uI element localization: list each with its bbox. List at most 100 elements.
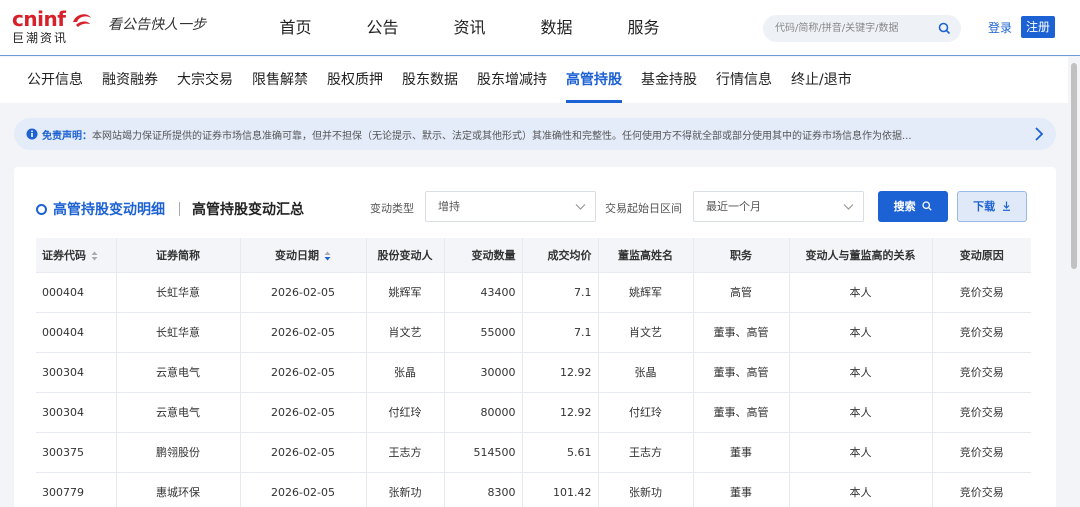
cell-avg-price: 5.61: [522, 431, 599, 472]
cell-change-date: 2026-02-05: [240, 311, 367, 352]
cell-relationship: 本人: [789, 351, 933, 392]
search-box: [763, 15, 961, 42]
disclaimer-body: 本网站竭力保证所提供的证券市场信息准确可靠，但并不担保（无论提示、默示、法定或其…: [92, 131, 912, 142]
table-row[interactable]: 300779 惠城环保 2026-02-05 张新功 8300 101.42 张…: [36, 471, 1031, 507]
subnav-item-public-info[interactable]: 公开信息: [17, 57, 93, 103]
cell-relationship: 本人: [789, 431, 933, 472]
sub-nav: 公开信息 融资融券 大宗交易 限售解禁 股权质押 股东数据 股东增减持 高管持股…: [0, 57, 1072, 103]
col-header-position: 职务: [693, 238, 790, 272]
page-scrollbar[interactable]: [1068, 57, 1080, 507]
col-header-change-quantity: 变动数量: [444, 238, 523, 272]
cell-security-code: 300779: [36, 471, 117, 507]
cell-avg-price: 7.1: [522, 271, 599, 312]
cell-relationship: 本人: [789, 391, 933, 432]
cell-change-date: 2026-02-05: [240, 471, 367, 507]
table-row[interactable]: 300375 鹏翎股份 2026-02-05 王志方 514500 5.61 王…: [36, 431, 1031, 472]
cell-security-code: 000404: [36, 271, 117, 312]
search-icon: [922, 201, 933, 211]
cell-avg-price: 12.92: [522, 391, 599, 432]
executive-holdings-table: 证券代码 证券简称 变动日期 股份变动人 变动数量 成交均价 董监高姓名 职务 …: [36, 238, 1031, 507]
table-row[interactable]: 000404 长虹华意 2026-02-05 肖文艺 55000 7.1 肖文艺…: [36, 311, 1031, 352]
col-header-share-changer: 股份变动人: [366, 238, 445, 272]
subnav-item-block-trade[interactable]: 大宗交易: [167, 57, 243, 103]
cell-change-date: 2026-02-05: [240, 391, 367, 432]
cell-security-name: 惠城环保: [116, 471, 241, 507]
subnav-item-equity-pledge[interactable]: 股权质押: [317, 57, 393, 103]
nav-item-announcements[interactable]: 公告: [339, 0, 426, 56]
cell-change-quantity: 43400: [444, 271, 523, 312]
search-button-label: 搜索: [893, 200, 916, 213]
date-range-select[interactable]: 最近一个月: [693, 191, 864, 222]
download-icon: [1002, 201, 1010, 211]
cell-position: 董事、高管: [693, 351, 790, 392]
cell-share-changer: 王志方: [366, 431, 445, 472]
login-link[interactable]: 登录: [988, 19, 1012, 36]
cell-relationship: 本人: [789, 311, 933, 352]
col-header-change-reason: 变动原因: [932, 238, 1031, 272]
subnav-item-executive-holdings[interactable]: 高管持股: [556, 57, 632, 103]
cell-executive-name: 姚辉军: [598, 271, 694, 312]
sort-desc-icon[interactable]: [324, 251, 331, 261]
search-input[interactable]: [763, 15, 928, 42]
tab-holding-change-detail[interactable]: 高管持股变动明细: [36, 199, 165, 219]
cell-security-code: 300304: [36, 351, 117, 392]
download-button[interactable]: 下载: [957, 191, 1027, 222]
cell-avg-price: 7.1: [522, 311, 599, 352]
col-header-security-name: 证券简称: [116, 238, 241, 272]
nav-item-data[interactable]: 数据: [513, 0, 600, 56]
subnav-item-delisting[interactable]: 终止/退市: [781, 57, 862, 103]
col-header-security-code-label: 证券代码: [42, 248, 86, 262]
subnav-item-shareholder-change[interactable]: 股东增减持: [467, 57, 557, 103]
disclaimer-banner: 免责声明：本网站竭力保证所提供的证券市场信息准确可靠，但并不担保（无论提示、默示…: [14, 118, 1056, 150]
change-type-label: 变动类型: [370, 202, 414, 215]
table-row[interactable]: 300304 云意电气 2026-02-05 张晶 30000 12.92 张晶…: [36, 351, 1031, 392]
search-icon[interactable]: [938, 22, 951, 35]
table-row[interactable]: 000404 长虹华意 2026-02-05 姚辉军 43400 7.1 姚辉军…: [36, 271, 1031, 312]
scrollbar-thumb[interactable]: [1071, 63, 1077, 269]
table-header-row: 证券代码 证券简称 变动日期 股份变动人 变动数量 成交均价 董监高姓名 职务 …: [36, 238, 1031, 272]
cell-executive-name: 张晶: [598, 351, 694, 392]
subnav-item-fund-holdings[interactable]: 基金持股: [631, 57, 707, 103]
search-button[interactable]: 搜索: [878, 191, 948, 222]
cell-change-reason: 竞价交易: [932, 351, 1031, 392]
subnav-item-market-info[interactable]: 行情信息: [706, 57, 782, 103]
tab-holding-change-summary[interactable]: 高管持股变动汇总: [192, 199, 304, 219]
col-header-security-code[interactable]: 证券代码: [36, 238, 117, 272]
cell-avg-price: 12.92: [522, 351, 599, 392]
logo-chinese-name: 巨潮资讯: [12, 31, 69, 45]
nav-item-home[interactable]: 首页: [252, 0, 339, 56]
cell-security-name: 云意电气: [116, 391, 241, 432]
cell-change-reason: 竞价交易: [932, 311, 1031, 352]
change-type-select[interactable]: 增持: [425, 191, 596, 222]
cell-security-name: 长虹华意: [116, 271, 241, 312]
cninfo-logo[interactable]: cninf 巨潮资讯: [12, 8, 94, 48]
register-button[interactable]: 注册: [1021, 16, 1055, 38]
cell-share-changer: 肖文艺: [366, 311, 445, 352]
disclaimer-label: 免责声明：: [42, 131, 92, 142]
download-button-label: 下载: [973, 200, 996, 213]
cell-share-changer: 姚辉军: [366, 271, 445, 312]
cell-position: 董事: [693, 471, 790, 507]
nav-item-services[interactable]: 服务: [600, 0, 687, 56]
nav-item-news[interactable]: 资讯: [426, 0, 513, 56]
cell-executive-name: 张新功: [598, 471, 694, 507]
cell-relationship: 本人: [789, 271, 933, 312]
col-header-change-date[interactable]: 变动日期: [240, 238, 367, 272]
main-nav: 首页 公告 资讯 数据 服务: [252, 0, 687, 56]
info-icon: [26, 128, 38, 140]
cell-change-quantity: 8300: [444, 471, 523, 507]
sort-icon[interactable]: [91, 251, 98, 261]
cell-relationship: 本人: [789, 471, 933, 507]
date-range-label: 交易起始日区间: [605, 202, 682, 215]
slogan: 看公告快人一步: [108, 17, 206, 33]
cell-position: 董事、高管: [693, 391, 790, 432]
cell-position: 高管: [693, 271, 790, 312]
subnav-item-shareholder-data[interactable]: 股东数据: [392, 57, 468, 103]
subnav-item-margin-trading[interactable]: 融资融券: [92, 57, 168, 103]
chevron-right-icon[interactable]: [1034, 127, 1044, 141]
cell-change-quantity: 55000: [444, 311, 523, 352]
cell-change-date: 2026-02-05: [240, 431, 367, 472]
subnav-item-lockup-release[interactable]: 限售解禁: [242, 57, 318, 103]
table-row[interactable]: 300304 云意电气 2026-02-05 付红玲 80000 12.92 付…: [36, 391, 1031, 432]
tab-holding-change-detail-label: 高管持股变动明细: [53, 202, 165, 218]
